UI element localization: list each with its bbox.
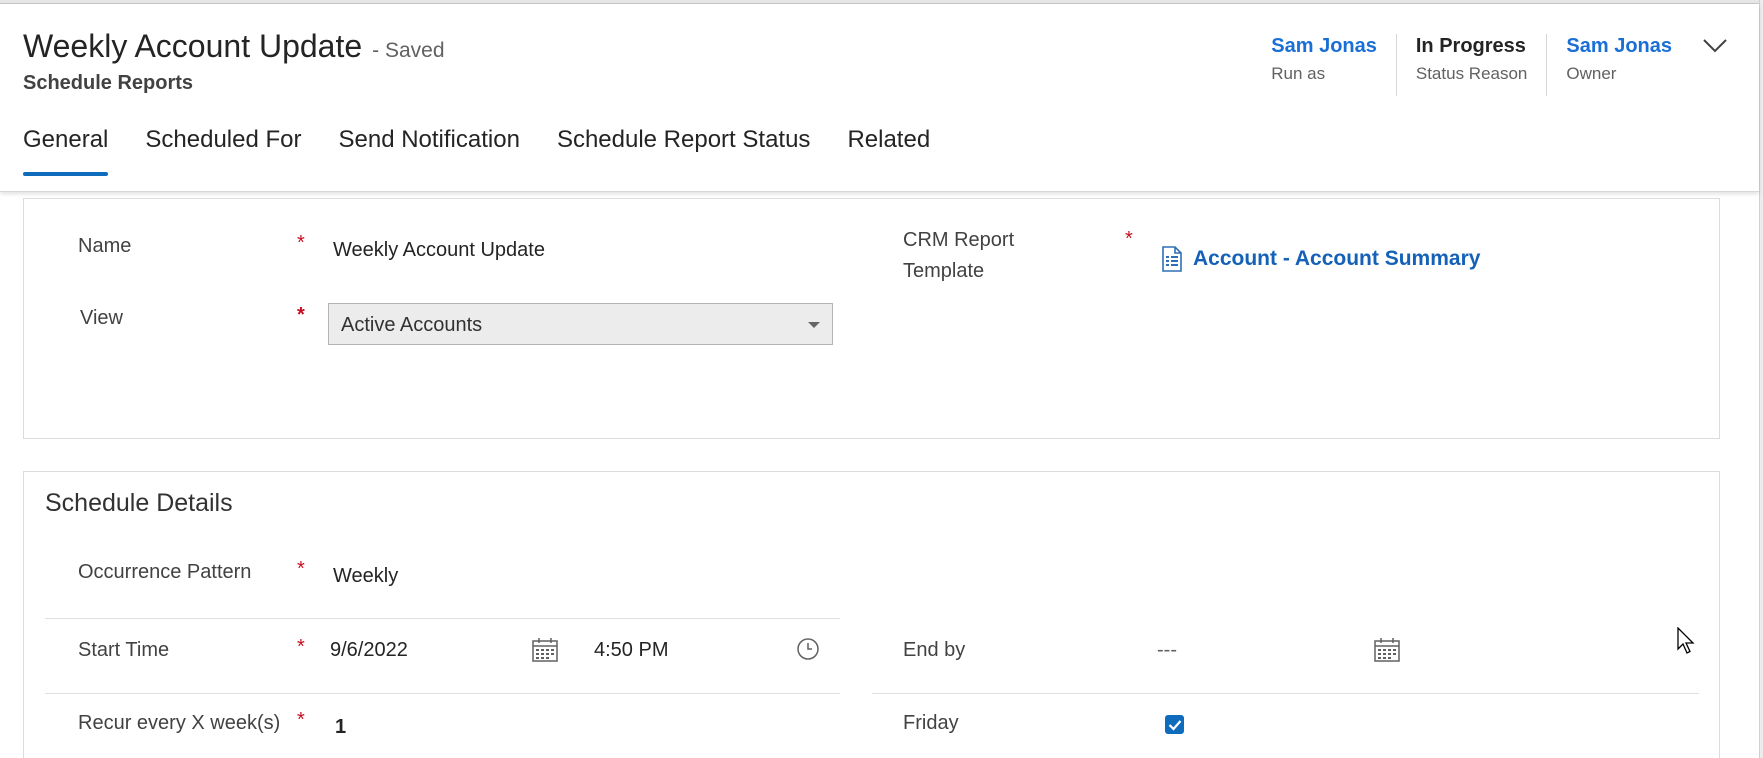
occurrence-pattern-value[interactable]: Weekly — [333, 565, 398, 588]
end-by-label: End by — [903, 639, 966, 661]
name-value[interactable]: Weekly Account Update — [333, 239, 545, 262]
tab-scheduled-for[interactable]: Scheduled For — [145, 126, 301, 176]
friday-checkbox[interactable] — [1165, 715, 1184, 734]
general-section: Name * Weekly Account Update View * Acti… — [23, 198, 1720, 439]
view-selected-value: Active Accounts — [341, 314, 483, 336]
tab-schedule-report-status[interactable]: Schedule Report Status — [557, 126, 811, 176]
header-field-status-reason: In Progress Status Reason — [1395, 34, 1547, 96]
tab-general[interactable]: General — [23, 126, 109, 176]
section-title: Schedule Details — [45, 489, 233, 517]
run-as-link[interactable]: Sam Jonas — [1271, 34, 1377, 58]
occurrence-pattern-label: Occurrence Pattern — [78, 561, 252, 583]
owner-label: Owner — [1566, 64, 1617, 83]
recur-every-value[interactable]: 1 — [335, 716, 346, 739]
view-required-mark: * — [297, 304, 305, 326]
start-time-label: Start Time — [78, 639, 170, 661]
header-field-run-as: Sam Jonas Run as — [1271, 34, 1396, 96]
start-date-input[interactable]: 9/6/2022 — [330, 639, 408, 662]
name-label: Name — [78, 235, 132, 257]
status-reason-value: In Progress — [1415, 35, 1526, 57]
recur-required-mark: * — [297, 709, 305, 731]
crm-report-lookup[interactable]: Account - Account Summary — [1161, 246, 1480, 272]
recur-every-label: Recur every X week(s) — [78, 712, 281, 734]
record-title: Weekly Account Update — [23, 28, 363, 64]
checkmark-icon — [1168, 719, 1181, 731]
start-time-required-mark: * — [297, 636, 305, 658]
crm-report-label-line1: CRM Report — [903, 229, 1015, 251]
calendar-icon[interactable] — [532, 638, 558, 667]
chevron-down-icon — [1703, 39, 1727, 53]
schedule-details-section: Schedule Details Occurrence Pattern * We… — [23, 471, 1720, 758]
friday-label: Friday — [903, 712, 959, 734]
save-status: - Saved — [372, 39, 445, 62]
crm-report-link[interactable]: Account - Account Summary — [1193, 247, 1480, 271]
tab-list: General Scheduled For Send Notification … — [23, 126, 967, 176]
header-fields: Sam Jonas Run as In Progress Status Reas… — [1271, 34, 1735, 96]
field-divider — [45, 618, 840, 619]
occurrence-required-mark: * — [297, 558, 305, 580]
title-row: Weekly Account Update - Saved — [23, 28, 445, 65]
end-by-input[interactable]: --- — [1157, 639, 1177, 662]
form-header: Weekly Account Update - Saved Schedule R… — [0, 4, 1759, 192]
expand-header-button[interactable] — [1695, 34, 1735, 74]
field-divider — [872, 693, 1699, 694]
report-document-icon — [1162, 246, 1182, 272]
entity-name: Schedule Reports — [23, 72, 194, 94]
clock-icon[interactable] — [796, 637, 820, 666]
name-required-mark: * — [297, 232, 305, 254]
view-select[interactable]: Active Accounts — [328, 303, 833, 345]
view-label: View — [80, 307, 123, 329]
run-as-label: Run as — [1271, 64, 1326, 83]
tab-send-notification[interactable]: Send Notification — [338, 126, 519, 176]
owner-link[interactable]: Sam Jonas — [1566, 34, 1672, 58]
tab-related[interactable]: Related — [847, 126, 930, 176]
header-field-owner: Sam Jonas Owner — [1546, 34, 1691, 96]
field-divider — [45, 693, 840, 694]
dropdown-arrow-icon — [808, 322, 820, 328]
status-reason-label: Status Reason — [1415, 64, 1528, 83]
mouse-cursor-icon — [1677, 626, 1697, 660]
crm-report-label-line2: Template — [903, 260, 985, 282]
crm-required-mark: * — [1125, 228, 1133, 250]
start-time-input[interactable]: 4:50 PM — [594, 639, 668, 662]
end-by-calendar-icon[interactable] — [1374, 638, 1400, 667]
window-right-border — [1759, 0, 1763, 758]
